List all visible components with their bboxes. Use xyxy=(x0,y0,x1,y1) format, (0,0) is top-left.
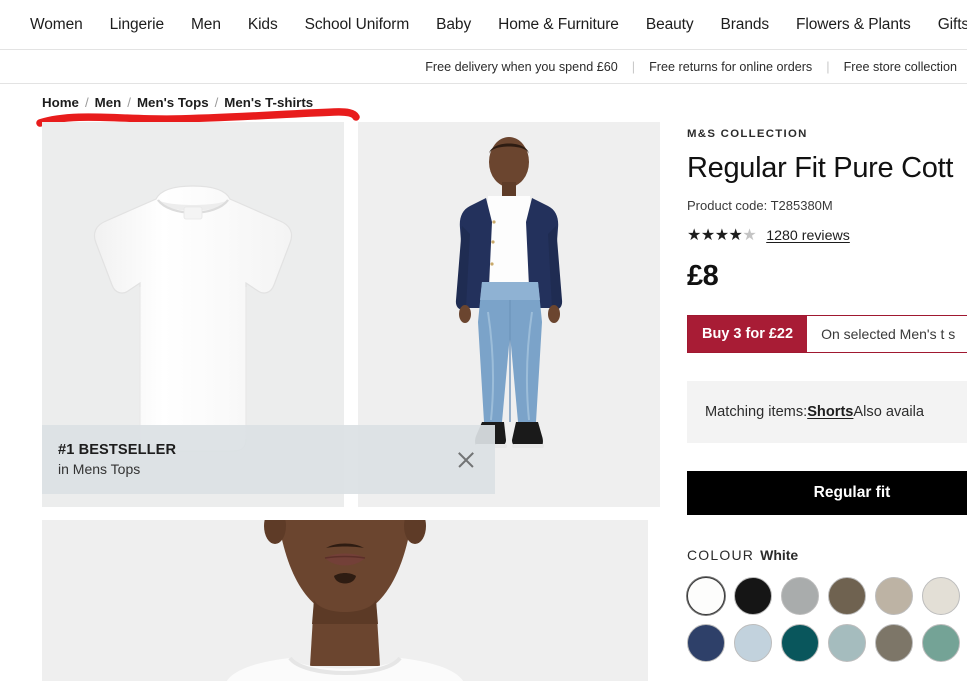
delivery-separator: | xyxy=(631,59,636,74)
colour-label-key: COLOUR xyxy=(687,547,755,564)
colour-swatch-list xyxy=(687,577,967,663)
tshirt-illustration xyxy=(93,185,293,452)
delivery-info-item: Free delivery when you spend £60 xyxy=(425,59,618,74)
breadcrumb-item-home[interactable]: Home xyxy=(42,95,79,110)
colour-swatch-mole[interactable] xyxy=(875,624,913,663)
colour-swatch-stone[interactable] xyxy=(875,577,913,616)
delivery-info-bar: Free delivery when you spend £60 | Free re… xyxy=(0,50,967,84)
matching-shorts-link[interactable]: Shorts xyxy=(807,404,853,420)
star-rating: ★ ★ ★ ★ ★ xyxy=(687,227,757,245)
nav-item-kids[interactable]: Kids xyxy=(248,16,278,34)
star-filled-icon: ★ xyxy=(714,227,729,245)
star-filled-icon: ★ xyxy=(687,227,701,245)
colour-selected-value: White xyxy=(760,547,799,564)
colour-swatch-pale-blue[interactable] xyxy=(828,624,866,663)
nav-item-beauty[interactable]: Beauty xyxy=(646,16,694,34)
delivery-info-item: Free returns for online orders xyxy=(649,59,813,74)
product-price: £8 xyxy=(687,260,719,293)
delivery-separator: | xyxy=(826,59,830,74)
colour-swatch-ecru[interactable] xyxy=(922,577,960,616)
colour-swatch-black[interactable] xyxy=(734,577,772,616)
breadcrumb-item-men-s-t-shirts[interactable]: Men's T-shirts xyxy=(224,95,313,110)
breadcrumb-separator: / xyxy=(127,95,131,110)
nav-item-men[interactable]: Men xyxy=(191,16,221,34)
nav-item-school-uniform[interactable]: School Uniform xyxy=(305,16,410,34)
product-details-panel: M&S COLLECTION Regular Fit Pure Cott Pro… xyxy=(687,128,967,663)
nav-item-brands[interactable]: Brands xyxy=(721,16,770,34)
primary-navigation: Women Lingerie Men Kids School Uniform Baby Ho… xyxy=(0,0,967,50)
product-detail-page: Women Lingerie Men Kids School Uniform Baby Ho… xyxy=(0,0,967,681)
nav-item-lingerie[interactable]: Lingerie xyxy=(110,16,164,34)
breadcrumb-separator: / xyxy=(84,95,89,110)
bestseller-title: #1 BESTSELLER xyxy=(58,442,177,458)
promo-description: On selected Men's t s xyxy=(807,316,967,353)
reviews-link[interactable]: 1280 reviews xyxy=(766,228,850,244)
colour-swatch-sage-green[interactable] xyxy=(922,624,960,663)
colour-swatch-dark-khaki[interactable] xyxy=(828,577,866,616)
nav-item-flowers-plants[interactable]: Flowers & Plants xyxy=(796,16,911,34)
colour-swatch-dark-teal[interactable] xyxy=(781,624,819,663)
promo-badge-label: Buy 3 for £22 xyxy=(688,316,808,353)
page-title: Regular Fit Pure Cott xyxy=(687,152,954,184)
close-icon[interactable] xyxy=(453,447,479,473)
colour-swatch-navy[interactable] xyxy=(687,624,725,663)
nav-item-gifts[interactable]: Gifts xyxy=(938,16,967,34)
breadcrumb: Home / Men / Men's Tops / Men's T-shirts xyxy=(42,95,313,110)
bestseller-badge: #1 BESTSELLER in Mens Tops xyxy=(42,425,495,494)
fit-selector-button[interactable]: Regular fit xyxy=(687,471,967,516)
colour-swatch-white[interactable] xyxy=(687,577,725,616)
star-empty-icon: ★ xyxy=(742,227,757,245)
nav-item-baby[interactable]: Baby xyxy=(436,16,471,34)
gallery-image-closeup[interactable] xyxy=(42,520,648,681)
breadcrumb-item-men[interactable]: Men xyxy=(95,95,122,110)
closeup-illustration xyxy=(42,520,648,681)
product-image-gallery: #1 BESTSELLER in Mens Tops xyxy=(42,122,660,681)
breadcrumb-separator: / xyxy=(214,95,219,110)
nav-item-home-furniture[interactable]: Home & Furniture xyxy=(498,16,619,34)
promotion-banner[interactable]: Buy 3 for £22 On selected Men's t s xyxy=(687,315,967,354)
matching-suffix: Also availa xyxy=(853,404,924,421)
breadcrumb-item-men-s-tops[interactable]: Men's Tops xyxy=(137,95,209,110)
star-filled-icon: ★ xyxy=(728,227,743,245)
product-code: Product code: T285380M xyxy=(687,198,833,214)
colour-swatch-light-blue[interactable] xyxy=(734,624,772,663)
matching-prefix: Matching items: xyxy=(705,404,808,421)
star-filled-icon: ★ xyxy=(700,227,715,245)
brand-label: M&S COLLECTION xyxy=(687,128,808,140)
rating-row: ★ ★ ★ ★ ★ 1280 reviews xyxy=(687,227,967,245)
colour-swatch-grey-marl[interactable] xyxy=(781,577,819,616)
delivery-info-item: Free store collection xyxy=(843,59,957,74)
bestseller-subtitle: in Mens Tops xyxy=(58,461,141,477)
colour-label: COLOUR White xyxy=(687,547,967,563)
nav-item-women[interactable]: Women xyxy=(30,16,83,34)
matching-items-box: Matching items: Shorts Also availa xyxy=(687,381,967,444)
